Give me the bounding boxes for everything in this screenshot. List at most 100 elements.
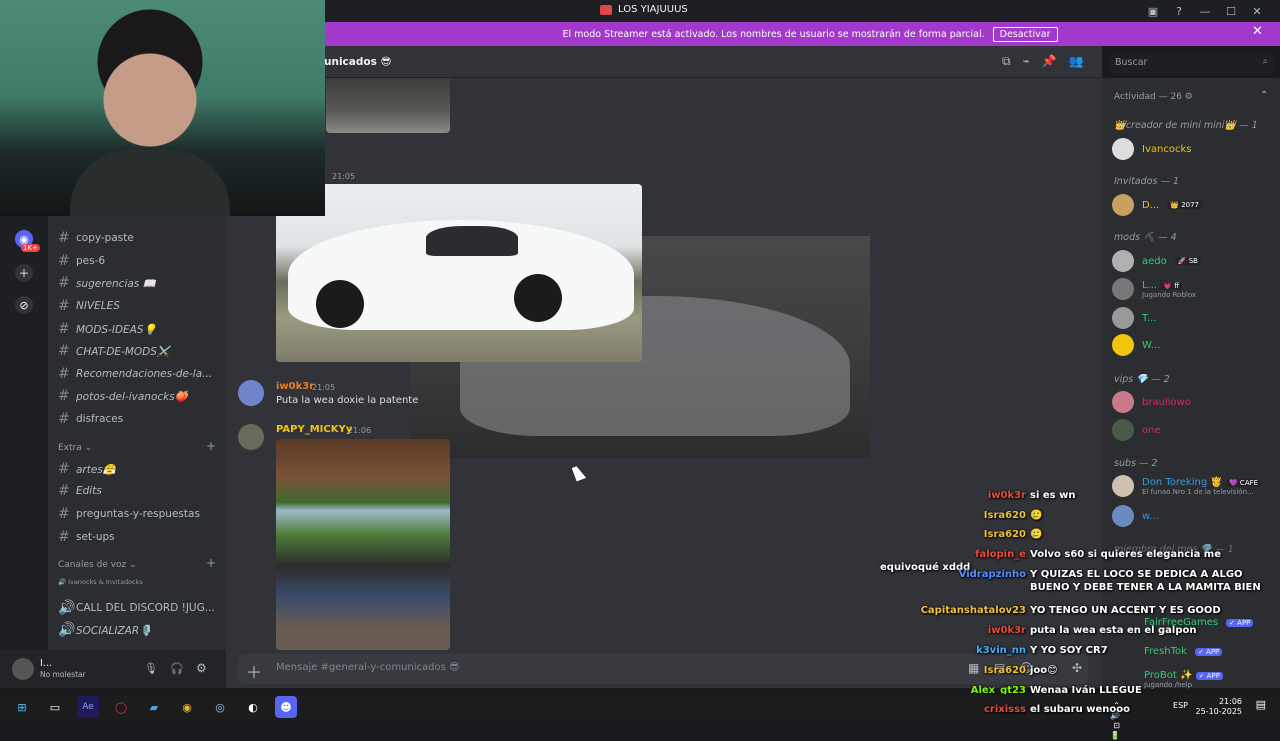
member-list: Actividad — 26 ⚙ ⌃ 👑creador de mini mini… [1102,78,1280,689]
voice-channel-item[interactable]: 🔊 CALL DEL DISCORD !JUG... [58,600,215,616]
channel-item[interactable]: # Recomendaciones-de-la... [58,366,212,382]
streamer-shirt [70,150,230,216]
task-view-icon[interactable]: ▭ [44,696,66,718]
obs-icon[interactable]: ◐ [242,696,264,718]
headphones-icon[interactable]: 🎧 [170,662,184,675]
avatar[interactable] [238,424,264,450]
deactivate-button[interactable]: Desactivar [992,26,1058,42]
channel-header: unicados 😎 ⧉ ⌁ 📌 👥 [226,46,1102,78]
avatar [1112,307,1134,329]
maximize-button[interactable]: ☐ [1218,2,1244,20]
channel-item[interactable]: # Edits [58,483,102,499]
channel-item[interactable]: # copy-paste [58,230,134,246]
microphone-icon[interactable]: 🎙 [144,662,158,675]
category-extra[interactable]: Extra ⌄ [58,443,92,453]
activity-header[interactable]: Actividad — 26 ⚙ [1114,92,1193,102]
add-server-icon[interactable]: ＋ [15,264,33,282]
message-author[interactable]: iw0k3r [276,381,314,392]
add-channel-icon[interactable]: + [206,556,216,570]
image-attachment[interactable] [276,184,642,362]
windows-start-icon[interactable]: ⊞ [11,696,33,718]
window-title: LOS YIAJUUUS [600,4,688,15]
pin-icon[interactable]: 📌 [1042,54,1057,69]
user-name: I... [40,658,52,669]
channel-item[interactable]: # sugerencias 📖 [58,275,156,291]
chat-line: Isra620 🥲 [983,529,1043,540]
steam-icon[interactable]: ◎ [209,696,231,718]
inbox-icon[interactable]: ▣ [1140,2,1166,20]
server-tag: 💗 ff [1160,281,1183,290]
notification-badge: 1K+ [21,244,40,252]
opera-icon[interactable]: ◯ [110,696,132,718]
chat-line: iw0k3r puta la wea esta en el galpon [987,625,1197,636]
server-icon [600,4,612,15]
message-timestamp: 21:05 [312,383,336,392]
close-icon[interactable]: ✕ [1252,24,1263,39]
chrome-icon[interactable]: ◉ [176,696,198,718]
add-attachment-icon[interactable]: ＋ [246,659,262,683]
chat-line: crixisss el subaru wenooo [983,704,1130,715]
streamer-mode-banner: El modo Streamer está activado. Los nomb… [310,22,1280,46]
header-toolbar: ⧉ ⌁ 📌 👥 [1002,54,1084,69]
search-input[interactable]: Buscar ⌕ [1110,53,1274,73]
hash-icon: # [58,529,70,545]
hash-icon: # [58,343,70,359]
channel-title: unicados 😎 [324,56,392,68]
channel-item[interactable]: # artes😤 [58,461,116,477]
chat-line: k3vin_nn Y YO SOY CR7 [976,645,1108,656]
image-attachment[interactable] [326,78,450,133]
avatar[interactable] [238,380,264,406]
settings-icon[interactable]: ⚙ [196,661,207,675]
minimize-button[interactable]: — [1192,2,1218,20]
voice-channel-item[interactable]: 🔊 SOCIALIZAR🎙️ [58,622,152,638]
channel-list: # copy-paste # pes-6 # sugerencias 📖 # NIVEL… [48,216,226,650]
channel-item[interactable]: # preguntas-y-respuestas [58,506,200,522]
member-item[interactable]: aedo 🚀 SB [1112,250,1201,272]
category-voice[interactable]: Canales de voz ⌄ [58,560,137,570]
member-item[interactable]: W... [1112,334,1160,356]
speaker-icon: 🔊 [58,622,76,638]
wheel [514,274,562,322]
member-item[interactable]: D... 👑 2077 [1112,194,1203,216]
message-author[interactable]: PAPY_MICKYy [276,424,352,435]
channel-item[interactable]: # pes-6 [58,253,105,269]
hash-icon: # [58,230,70,246]
channel-item[interactable]: # CHAT-DE-MODS⚔️ [58,343,170,359]
hash-icon: # [58,483,70,499]
member-item[interactable]: T... [1112,307,1156,329]
notification-icon[interactable]: ⌁ [1023,54,1030,69]
hash-icon: # [58,298,70,314]
help-icon[interactable]: ? [1166,2,1192,20]
threads-icon[interactable]: ⧉ [1002,54,1011,69]
user-status: No molestar [40,670,86,679]
search-icon: ⌕ [1262,56,1268,67]
close-button[interactable]: ✕ [1244,2,1270,20]
hash-icon: # [58,461,70,477]
avatar [1112,138,1134,160]
user-panel: I... No molestar 🎙 🎧 ⚙ [0,650,226,688]
member-item[interactable]: Ivancocks [1112,138,1191,160]
discord-icon[interactable]: ☻ [275,696,297,718]
channel-item[interactable]: # disfraces [58,411,123,427]
chevron-up-icon[interactable]: ⌃ [1260,90,1268,101]
hash-icon: # [58,506,70,522]
channel-item[interactable]: # potos-del-ivanocks🍑 [58,388,188,404]
avatar [1112,194,1134,216]
hash-icon: # [58,388,70,404]
channel-item[interactable]: # NIVELES [58,298,120,314]
members-icon[interactable]: 👥 [1069,54,1084,69]
member-group-title: vips 💎 — 2 [1114,374,1170,385]
member-item[interactable]: L... 💗 ff Jugando Roblox [1112,278,1196,300]
speaker-icon: 🔊 [58,600,76,616]
image-attachment[interactable] [276,439,450,650]
after-effects-icon[interactable]: Ae [77,696,99,718]
window-controls: ▣ ? — ☐ ✕ [1140,2,1270,20]
member-item[interactable]: brauliowo [1112,391,1191,413]
channel-item[interactable]: # MODS-IDEAS💡 [58,321,157,337]
avatar[interactable] [12,658,34,680]
folder-icon[interactable]: ▰ [143,696,165,718]
member-item[interactable]: one [1112,419,1161,441]
add-channel-icon[interactable]: + [206,439,216,453]
discover-icon[interactable]: ⊘ [15,296,33,314]
channel-item[interactable]: # set-ups [58,529,115,545]
